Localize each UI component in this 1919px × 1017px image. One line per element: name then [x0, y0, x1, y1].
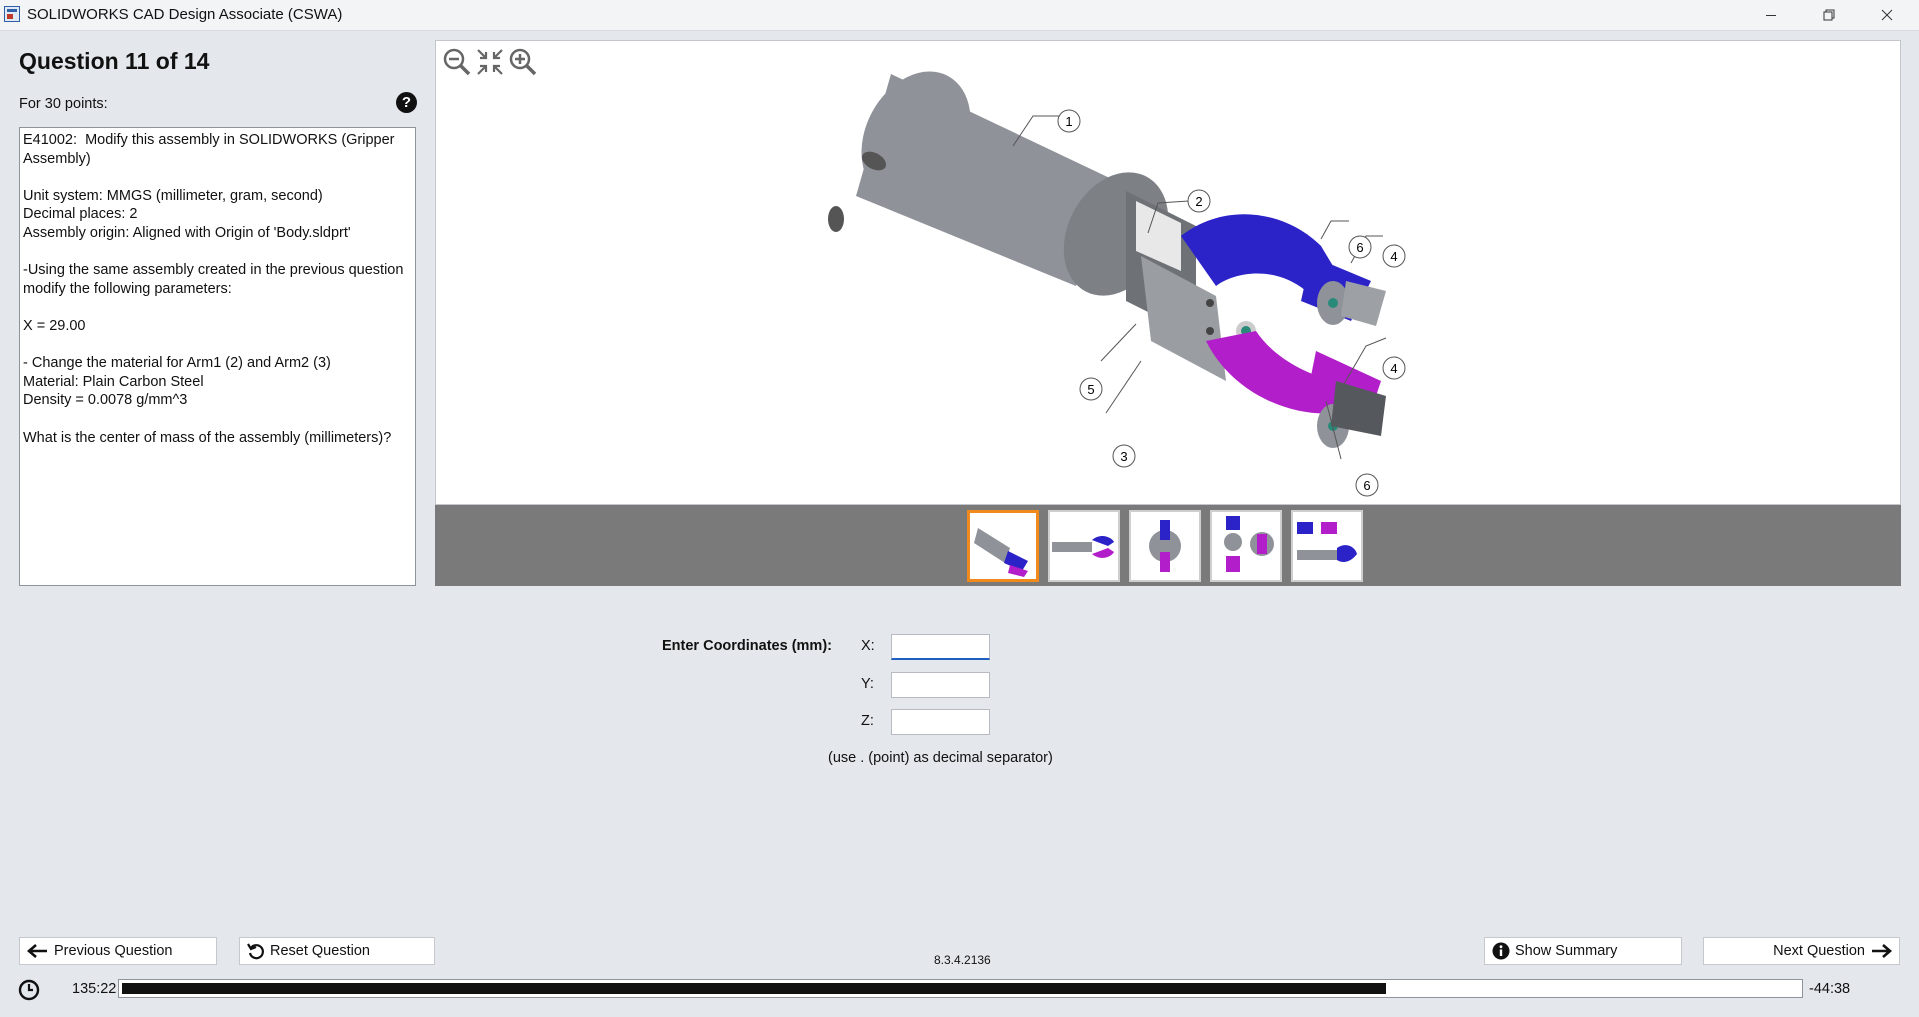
clock-icon [18, 979, 40, 1006]
balloon-4-bottom: 4 [1390, 361, 1397, 376]
balloon-6-bottom: 6 [1363, 478, 1370, 493]
fit-to-view-icon[interactable] [475, 47, 505, 77]
show-summary-label: Show Summary [1515, 943, 1618, 959]
thumbnail-3[interactable] [1129, 510, 1201, 582]
time-progress-bar [118, 979, 1803, 998]
image-viewer[interactable]: 1 2 6 4 4 5 3 6 [435, 40, 1901, 505]
arrow-right-icon [1870, 943, 1892, 959]
arrow-left-icon [27, 943, 49, 959]
close-icon[interactable] [1864, 0, 1910, 30]
next-question-label: Next Question [1773, 943, 1865, 959]
reset-icon [247, 942, 265, 960]
balloon-3: 3 [1120, 449, 1127, 464]
x-coordinate-input[interactable] [891, 634, 990, 660]
balloon-2: 2 [1195, 194, 1202, 209]
previous-question-label: Previous Question [54, 943, 173, 959]
time-progress-fill [122, 983, 1386, 994]
reset-question-label: Reset Question [270, 943, 370, 959]
next-question-button[interactable]: Next Question [1703, 937, 1900, 965]
title-bar: SOLIDWORKS CAD Design Associate (CSWA) [0, 0, 1919, 31]
x-label: X: [861, 638, 875, 654]
question-heading: Question 11 of 14 [19, 48, 210, 74]
app-icon [4, 6, 20, 22]
zoom-in-icon[interactable] [508, 47, 538, 77]
balloon-6-top: 6 [1356, 240, 1363, 255]
y-coordinate-input[interactable] [891, 672, 990, 698]
thumbnail-1[interactable] [967, 510, 1039, 582]
previous-question-button[interactable]: Previous Question [19, 937, 217, 965]
version-label: 8.3.4.2136 [934, 953, 991, 967]
thumbnail-2[interactable] [1048, 510, 1120, 582]
balloon-5: 5 [1087, 382, 1094, 397]
remaining-time: -44:38 [1809, 981, 1851, 997]
thumbnail-4[interactable] [1210, 510, 1282, 582]
balloon-4-top: 4 [1390, 249, 1397, 264]
info-icon [1492, 942, 1510, 960]
show-summary-button[interactable]: Show Summary [1484, 937, 1682, 965]
points-label: For 30 points: [19, 96, 108, 112]
minimize-icon[interactable] [1748, 0, 1794, 30]
balloon-1: 1 [1065, 114, 1072, 129]
thumbnail-5[interactable] [1291, 510, 1363, 582]
z-label: Z: [861, 713, 874, 729]
zoom-out-icon[interactable] [442, 47, 472, 77]
question-text: E41002: Modify this assembly in SOLIDWOR… [19, 127, 416, 586]
elapsed-time: 135:22 [72, 981, 117, 997]
assembly-image: 1 2 6 4 4 5 3 6 [828, 71, 1406, 497]
decimal-hint: (use . (point) as decimal separator) [828, 750, 1053, 766]
coordinates-label: Enter Coordinates (mm): [662, 638, 832, 654]
y-label: Y: [861, 676, 874, 692]
z-coordinate-input[interactable] [891, 709, 990, 735]
restore-icon[interactable] [1806, 0, 1852, 30]
window-title: SOLIDWORKS CAD Design Associate (CSWA) [27, 6, 343, 23]
question-circle-icon[interactable]: ? [396, 92, 417, 113]
reset-question-button[interactable]: Reset Question [239, 937, 435, 965]
